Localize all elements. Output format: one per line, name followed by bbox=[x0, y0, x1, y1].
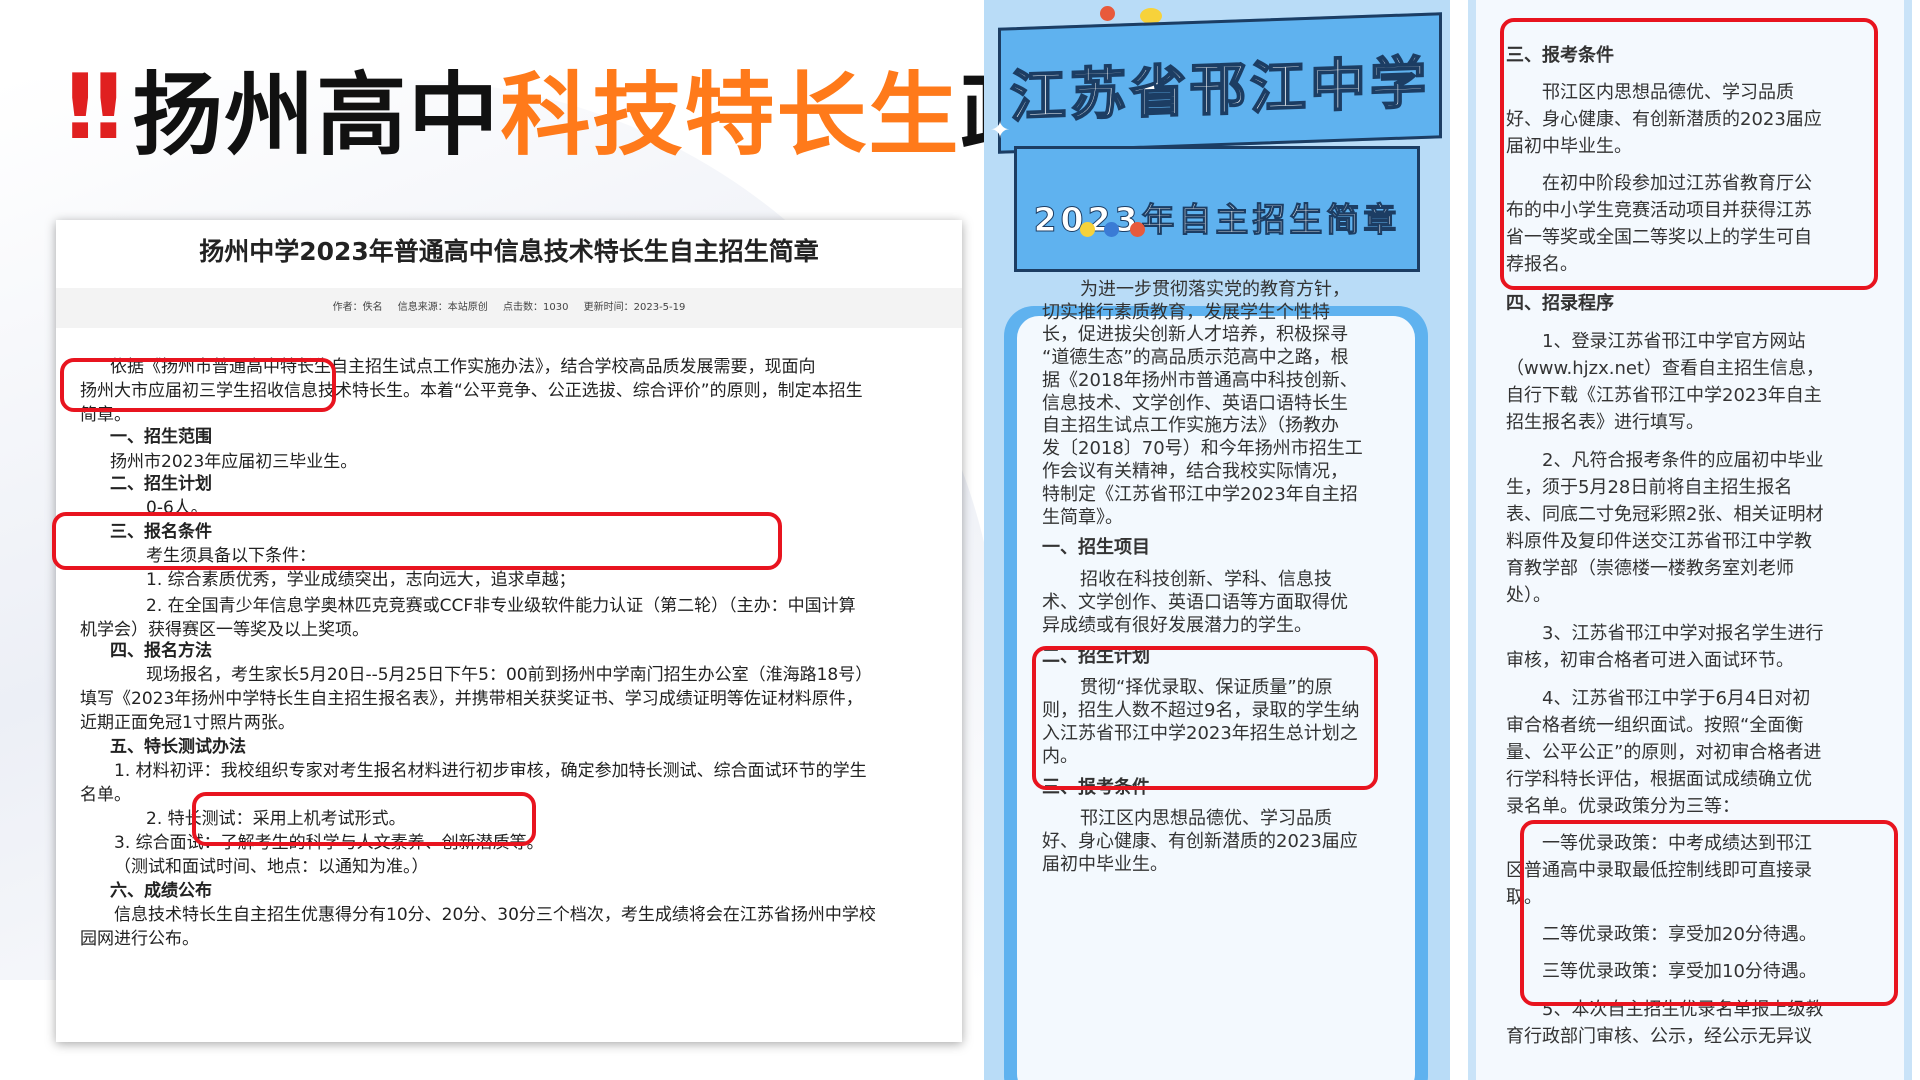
meta-clicks: 点击数：1030 bbox=[502, 302, 569, 313]
notice-line: 园网进行公布。 bbox=[80, 929, 199, 949]
decor-dot bbox=[1104, 222, 1119, 237]
panel-line: 生，须于5月28日前将自主招生报名 bbox=[1506, 477, 1793, 498]
notice-line: 填写《2023年扬州中学特长生自主招生报名表》，并携带相关获奖证书、学习成绩证明… bbox=[80, 689, 863, 709]
panel-line: 自行下载《江苏省邗江中学2023年自主 bbox=[1506, 385, 1822, 406]
poster-subtitle: 2023年自主招生简章 bbox=[1033, 200, 1401, 240]
panel-line: 育行政部门审核、公示，经公示无异议 bbox=[1506, 1026, 1812, 1047]
panel-line: 4、江苏省邗江中学于6月4日对初 bbox=[1542, 688, 1811, 709]
panel-line: 招生报名表》进行填写。 bbox=[1506, 412, 1704, 433]
panel-line: （www.hjzx.net）查看自主招生信息， bbox=[1506, 358, 1825, 379]
notice-line: （测试和面试时间、地点：以通知为准。） bbox=[114, 857, 429, 877]
notice-line: 信息技术特长生自主招生优惠得分有10分、20分、30分三个档次，考生成绩将会在江… bbox=[114, 905, 876, 925]
headline-part1: 扬州高中 bbox=[132, 63, 501, 168]
highlight-box-eligibility bbox=[1500, 18, 1878, 290]
headline-part2: 科技特长生 bbox=[500, 63, 961, 168]
poster-subtitle-banner: 2023年自主招生简章 bbox=[1014, 146, 1420, 272]
panel-line: 行学科特长评估，根据面试成绩确立优 bbox=[1506, 769, 1812, 790]
panel-line: 1、登录江苏省邗江中学官方网站 bbox=[1542, 331, 1806, 352]
poster-title: 江苏省邗江中学 bbox=[1009, 50, 1431, 132]
meta-updated: 更新时间：2023-5-19 bbox=[583, 302, 686, 313]
highlight-box-enrollment-scope bbox=[60, 358, 336, 412]
notice-line: 近期正面免冠1寸照片两张。 bbox=[80, 713, 295, 733]
sparkle-icon: ✦ bbox=[990, 116, 1011, 144]
highlight-box-bonus-points bbox=[192, 792, 536, 846]
double-exclamation-icon: ‼ bbox=[66, 54, 125, 160]
meta-author: 作者：佚名 bbox=[332, 302, 383, 313]
decor-dot bbox=[1080, 222, 1095, 237]
panel-line: 录名单。优录政策分为三等： bbox=[1506, 796, 1740, 817]
poster-line: 届初中毕业生。 bbox=[1042, 854, 1168, 875]
panel-line: 审核，初审合格者可进入面试环节。 bbox=[1506, 650, 1794, 671]
notice-line: 现场报名，考生家长5月20日--5月25日下午5：00前到扬州中学南门招生办公室… bbox=[146, 665, 873, 685]
section-heading: 六、成绩公布 bbox=[110, 881, 212, 901]
notice-title: 扬州中学2023年普通高中信息技术特长生自主招生简章 bbox=[199, 237, 819, 266]
decor-dot bbox=[1100, 6, 1115, 21]
meta-source: 信息来源：本站原创 bbox=[397, 302, 488, 313]
section-heading: 五、特长测试办法 bbox=[110, 737, 246, 757]
notice-meta-bar: 作者：佚名 信息来源：本站原创 点击数：1030 更新时间：2023-5-19 bbox=[56, 288, 962, 328]
poster-title-banner: 江苏省邗江中学 bbox=[998, 12, 1442, 154]
yangzhou-school-notice: 扬州中学2023年普通高中信息技术特长生自主招生简章 作者：佚名 信息来源：本站… bbox=[56, 220, 962, 1042]
notice-line: 2. 在全国青少年信息学奥林匹克竞赛或CCF非专业级软件能力认证（第二轮）（主办… bbox=[146, 596, 856, 616]
section-heading: 一、招生范围 bbox=[110, 427, 212, 447]
notice-line: 机学会）获得赛区一等奖及以上奖项。 bbox=[80, 620, 369, 640]
poster-section-heading: 一、招生项目 bbox=[1042, 537, 1150, 558]
panel-line: 处）。 bbox=[1506, 585, 1551, 606]
poster-line: 生简章》。 bbox=[1042, 507, 1123, 528]
notice-line: 扬州市2023年应届初三毕业生。 bbox=[110, 452, 358, 472]
highlight-box-enrollment-items bbox=[1032, 646, 1378, 790]
highlight-box-award-requirement bbox=[52, 512, 782, 570]
section-heading: 二、招生计划 bbox=[110, 474, 212, 494]
panel-line: 量、公平公正”的原则，对初审合格者进 bbox=[1506, 742, 1822, 763]
notice-line: 名单。 bbox=[80, 785, 131, 805]
panel-section-heading: 四、招录程序 bbox=[1506, 293, 1614, 314]
hanjiang-school-poster: 江苏省邗江中学 2023年自主招生简章 ✦ 为进一步贯彻落实党的教育方针， 切实… bbox=[984, 0, 1450, 1080]
notice-line: 1. 材料初评：我校组织专家对考生报名材料进行初步审核，确定参加特长测试、综合面… bbox=[114, 761, 867, 781]
panel-line: 2、凡符合报考条件的应届初中毕业 bbox=[1542, 450, 1824, 471]
panel-line: 3、江苏省邗江中学对报名学生进行 bbox=[1542, 623, 1824, 644]
panel-line: 料原件及复印件送交江苏省邗江中学教 bbox=[1506, 531, 1812, 552]
highlight-box-priority-policy bbox=[1520, 820, 1898, 1006]
notice-line: 1. 综合素质优秀，学业成绩突出，志向远大，追求卓越； bbox=[146, 570, 576, 590]
poster-line: 异成绩或有很好发展潜力的学生。 bbox=[1042, 615, 1312, 636]
panel-line: 育教学部（崇德楼一楼教务室刘老师 bbox=[1506, 558, 1794, 579]
page-headline: ‼ 扬州高中 科技特长生 政策 bbox=[66, 52, 1144, 169]
decor-dot bbox=[1130, 222, 1145, 237]
panel-line: 表、同底二寸免冠彩照2张、相关证明材 bbox=[1506, 504, 1824, 525]
section-heading: 四、报名方法 bbox=[110, 641, 212, 661]
panel-line: 审合格者统一组织面试。按照“全面衡 bbox=[1506, 715, 1804, 736]
